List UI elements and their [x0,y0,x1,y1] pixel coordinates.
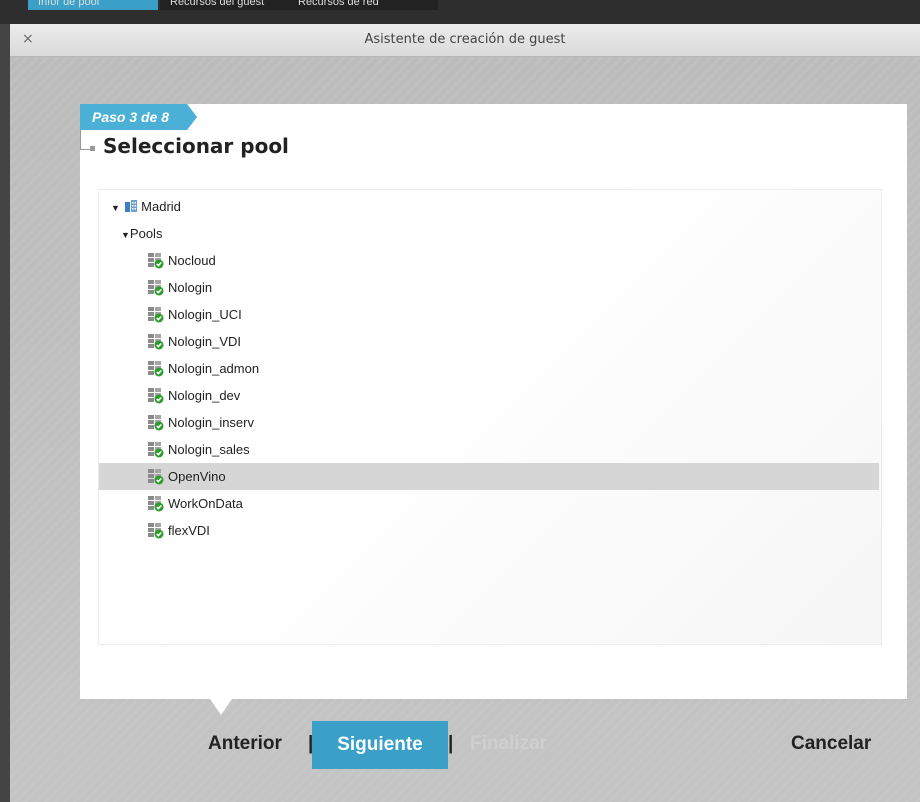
step-title: Seleccionar pool [103,134,289,158]
wizard-step-panel: Paso 3 de 8 Seleccionar pool ▼ Madrid ▼P… [80,104,907,699]
pool-icon [147,415,164,431]
tree-node-label: Nologin_dev [168,388,241,403]
tree-node-label: Nologin_sales [168,442,250,457]
tree-node-label: Madrid [141,199,181,214]
tree-node-datacenter[interactable]: ▼ Madrid [99,193,879,220]
pool-icon [147,307,164,323]
next-button[interactable]: Siguiente [312,721,448,769]
tree-node-pool[interactable]: Nologin [99,274,879,301]
dialog-titlebar: × Asistente de creación de guest [10,24,920,57]
tree-node-pool[interactable]: Nocloud [99,247,879,274]
tree-node-label: WorkOnData [168,496,243,511]
background-tab-2[interactable]: Recursos del guest [160,0,300,10]
tree-node-label: Nologin_inserv [168,415,254,430]
tree-node-pool[interactable]: Nologin_UCI [99,301,879,328]
pool-icon [147,253,164,269]
pool-tree: ▼ Madrid ▼Pools Nocloud Nologin Nologin_… [98,189,882,645]
tree-node-pool[interactable]: OpenVino [99,463,879,490]
tree-node-label: flexVDI [168,523,210,538]
tree-node-label: OpenVino [168,469,226,484]
tree-node-pool[interactable]: WorkOnData [99,490,879,517]
cancel-button[interactable]: Cancelar [791,733,871,755]
pool-icon [147,442,164,458]
pool-icon [147,469,164,485]
background-left-edge [0,24,10,802]
tree-node-label: Nologin_UCI [168,307,242,322]
tree-node-pool[interactable]: Nologin_dev [99,382,879,409]
step-connector-dot [90,146,95,151]
tree-node-pool[interactable]: Nologin_admon [99,355,879,382]
expand-arrow-icon[interactable]: ▼ [111,195,120,222]
pool-icon [147,361,164,377]
tree-node-pool[interactable]: Nologin_inserv [99,409,879,436]
tree-node-pools-group[interactable]: ▼Pools [99,220,879,247]
button-separator: | [448,733,454,754]
pool-icon [147,280,164,296]
background-tab-1[interactable]: Infor de pool [28,0,158,10]
previous-button[interactable]: Anterior [208,733,282,755]
tree-node-label: Nologin [168,280,213,295]
tree-node-label: Nologin_VDI [168,334,241,349]
step-indicator: Paso 3 de 8 [80,104,197,130]
wizard-dialog: × Asistente de creación de guest Paso 3 … [10,24,920,802]
tree-node-pool[interactable]: flexVDI [99,517,879,544]
finish-button[interactable]: Finalizar [470,733,547,755]
tree-node-pool[interactable]: Nologin_VDI [99,328,879,355]
pool-icon [147,388,164,404]
dialog-title: Asistente de creación de guest [364,32,566,47]
step-pointer [210,699,232,715]
step-connector-line [80,130,81,150]
datacenter-icon [124,200,137,212]
background-app-bar: Infor de pool Recursos del guest Recurso… [0,0,920,24]
tree-node-label: Nocloud [168,253,216,268]
expand-arrow-icon[interactable]: ▼ [121,222,130,249]
background-tab-3[interactable]: Recursos de red [288,0,438,10]
pool-icon [147,496,164,512]
tree-node-label: Nologin_admon [168,361,260,376]
tree-node-pool[interactable]: Nologin_sales [99,436,879,463]
pool-icon [147,334,164,350]
tree-node-label: Pools [129,226,163,241]
pool-icon [147,523,164,539]
